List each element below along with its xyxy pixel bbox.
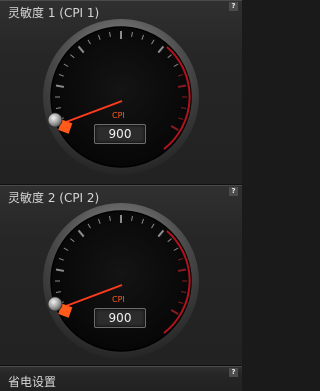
- panel-title: 省电设置: [8, 375, 57, 389]
- sensitivity-panel-1: 灵敏度 1 (CPI 1) ? CPI 900: [0, 0, 242, 184]
- gauge-tick: [177, 268, 187, 272]
- cpi-value-field[interactable]: 900: [94, 308, 146, 328]
- help-button[interactable]: ?: [229, 368, 238, 377]
- cpi-gauge: CPI: [43, 203, 199, 359]
- gauge-knob[interactable]: [47, 296, 63, 312]
- cpi-unit-label: CPI: [112, 111, 125, 120]
- gauge-knob[interactable]: [47, 112, 63, 128]
- gauge-tick: [55, 84, 65, 88]
- gauge-tick: [177, 84, 187, 88]
- gauge-tick: [55, 268, 65, 272]
- gauge-face: [50, 210, 192, 352]
- cpi-unit-label: CPI: [112, 295, 125, 304]
- power-saving-panel: 省电设置 ?: [0, 366, 242, 391]
- cpi-gauge: CPI: [43, 19, 199, 175]
- sensitivity-panel-2: 灵敏度 2 (CPI 2) ? CPI 900: [0, 185, 242, 365]
- gauge-face: [50, 26, 192, 168]
- cpi-value-field[interactable]: 900: [94, 124, 146, 144]
